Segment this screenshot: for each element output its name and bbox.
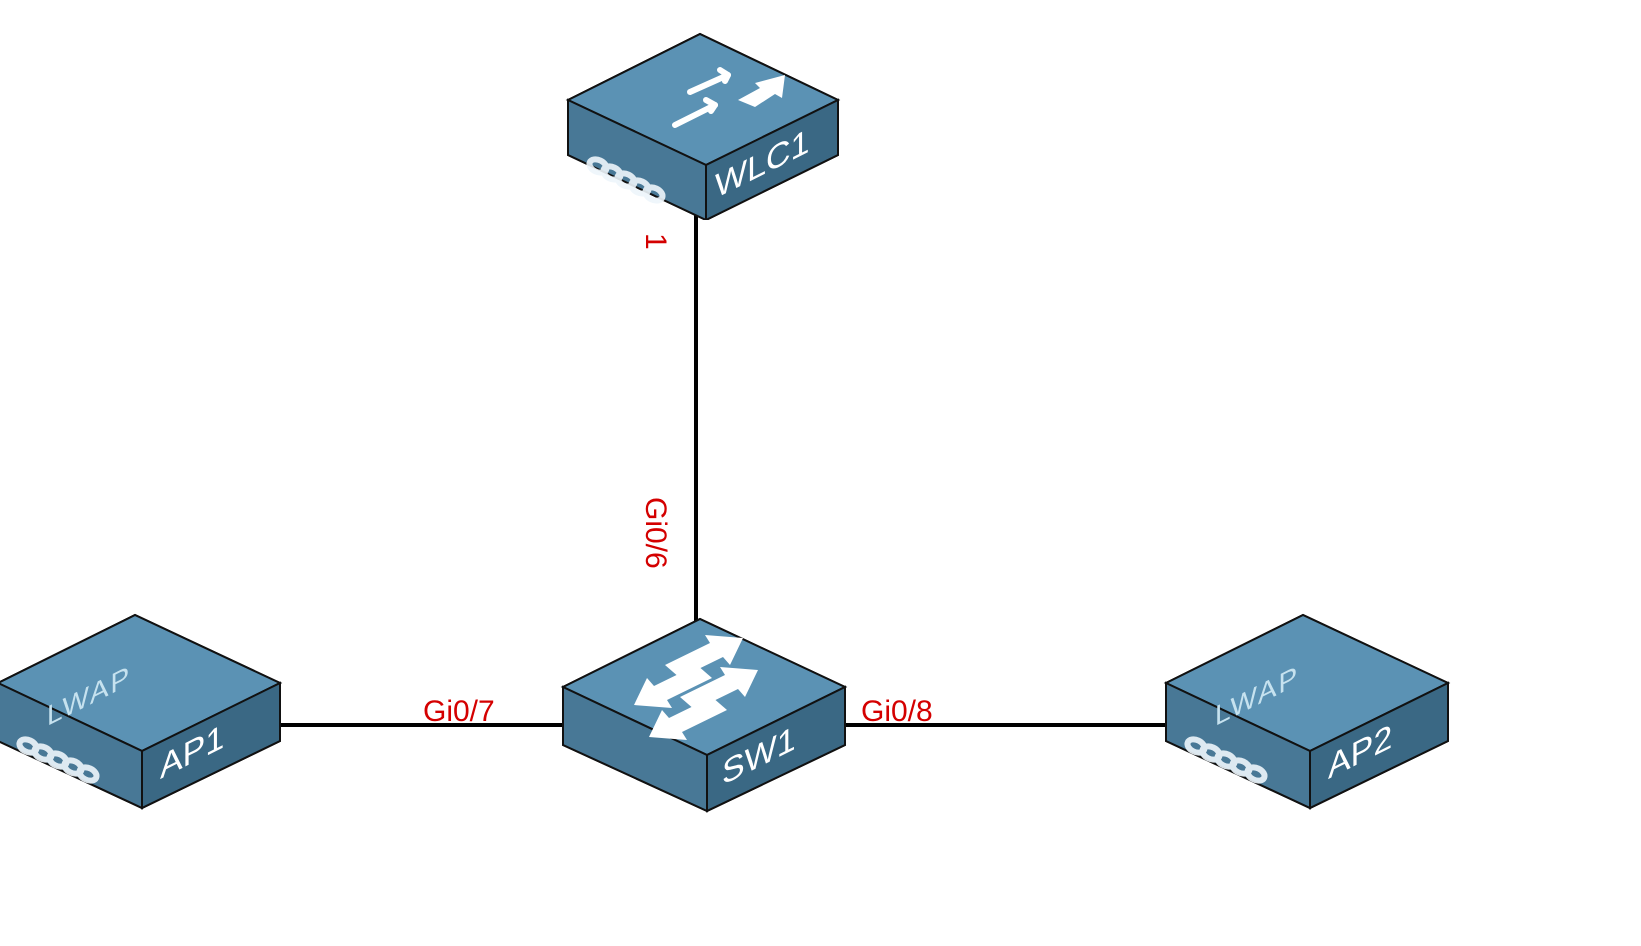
port-sw-gi07: Gi0/7 [423,695,495,729]
link-wlc-sw [694,215,698,640]
port-wlc-1: 1 [638,233,672,250]
ap1-icon [0,588,290,813]
switch-icon [555,605,855,813]
device-wlc1: WLC1 [560,20,850,225]
device-ap2: LWAP AP2 [1158,588,1458,818]
device-sw1: SW1 [555,605,855,818]
wlc-icon [560,20,850,220]
network-diagram: 1 Gi0/6 Gi0/7 Gi0/8 [0,0,1641,946]
ap2-icon [1158,588,1458,813]
port-sw-gi06: Gi0/6 [638,497,672,569]
device-ap1: LWAP AP1 [0,588,290,818]
port-sw-gi08: Gi0/8 [861,695,933,729]
